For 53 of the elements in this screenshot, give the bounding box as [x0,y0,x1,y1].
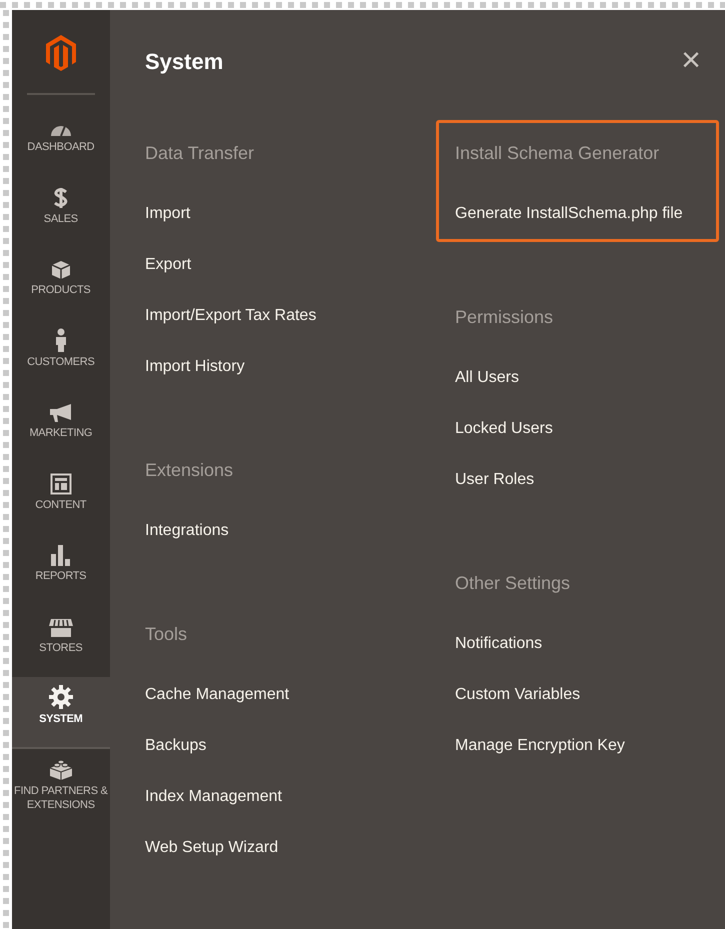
bar-chart-icon [50,544,72,566]
sidebar-label: FIND PARTNERS & EXTENSIONS [13,784,109,812]
person-icon [54,328,68,352]
menu-link[interactable]: Integrations [145,519,229,543]
menu-link[interactable]: Import History [145,355,245,379]
storefront-icon [48,618,74,638]
sidebar-label: PRODUCTS [31,283,90,297]
sidebar-label: SYSTEM [39,712,82,726]
menu-link[interactable]: Backups [145,734,206,758]
sidebar-item[interactable]: CUSTOMERS [12,320,110,391]
sidebar-item[interactable]: MARKETING [12,391,110,462]
megaphone-icon [48,403,73,423]
section-heading: Install Schema Generator [455,142,660,165]
menu-link[interactable]: Export [145,253,192,277]
dollar-icon [52,186,69,208]
menu-link[interactable]: Import [145,202,190,226]
sidebar-item[interactable]: DASHBOARD [12,105,110,176]
menu-link[interactable]: Web Setup Wizard [145,836,278,860]
box-icon [50,260,71,280]
layout-icon [50,472,72,494]
sidebar-label: CONTENT [35,498,86,512]
sidebar-item[interactable]: CONTENT [12,462,110,534]
menu-link[interactable]: Generate InstallSchema.php file [455,202,683,226]
sidebar-item[interactable]: REPORTS [12,534,110,606]
menu-link[interactable]: Custom Variables [455,683,580,707]
section-heading: Other Settings [455,572,572,595]
menu-link[interactable]: Locked Users [455,417,553,441]
close-button[interactable]: × [681,44,701,76]
menu-link[interactable]: Manage Encryption Key [455,734,625,758]
sidebar-label: REPORTS [35,569,86,583]
sidebar-item[interactable]: STORES [12,606,110,677]
menu-link[interactable]: Cache Management [145,683,290,707]
sidebar-item[interactable]: SALES [12,176,110,248]
sidebar-label: SALES [44,212,78,226]
sidebar-item[interactable]: SYSTEM [12,677,110,748]
brick-icon [48,758,73,780]
panel-title: System [145,48,224,76]
sidebar-item[interactable]: FIND PARTNERS & EXTENSIONS [12,748,110,820]
menu-link[interactable]: Import/Export Tax Rates [145,304,316,328]
sidebar-item[interactable]: PRODUCTS [12,248,110,320]
menu-link[interactable]: Index Management [145,785,282,809]
section-heading: Data Transfer [145,142,256,165]
sidebar-label: CUSTOMERS [27,354,94,368]
section-heading: Tools [145,623,188,646]
sidebar-label: STORES [39,640,82,654]
menu-link[interactable]: All Users [455,366,520,390]
menu-link[interactable]: User Roles [455,468,534,492]
menu-link[interactable]: Notifications [455,632,542,656]
sidebar-label: DASHBOARD [27,140,94,154]
section-heading: Permissions [455,306,554,329]
sidebar-label: MARKETING [29,426,92,440]
logo-icon[interactable] [46,34,76,70]
section-heading: Extensions [145,459,234,482]
